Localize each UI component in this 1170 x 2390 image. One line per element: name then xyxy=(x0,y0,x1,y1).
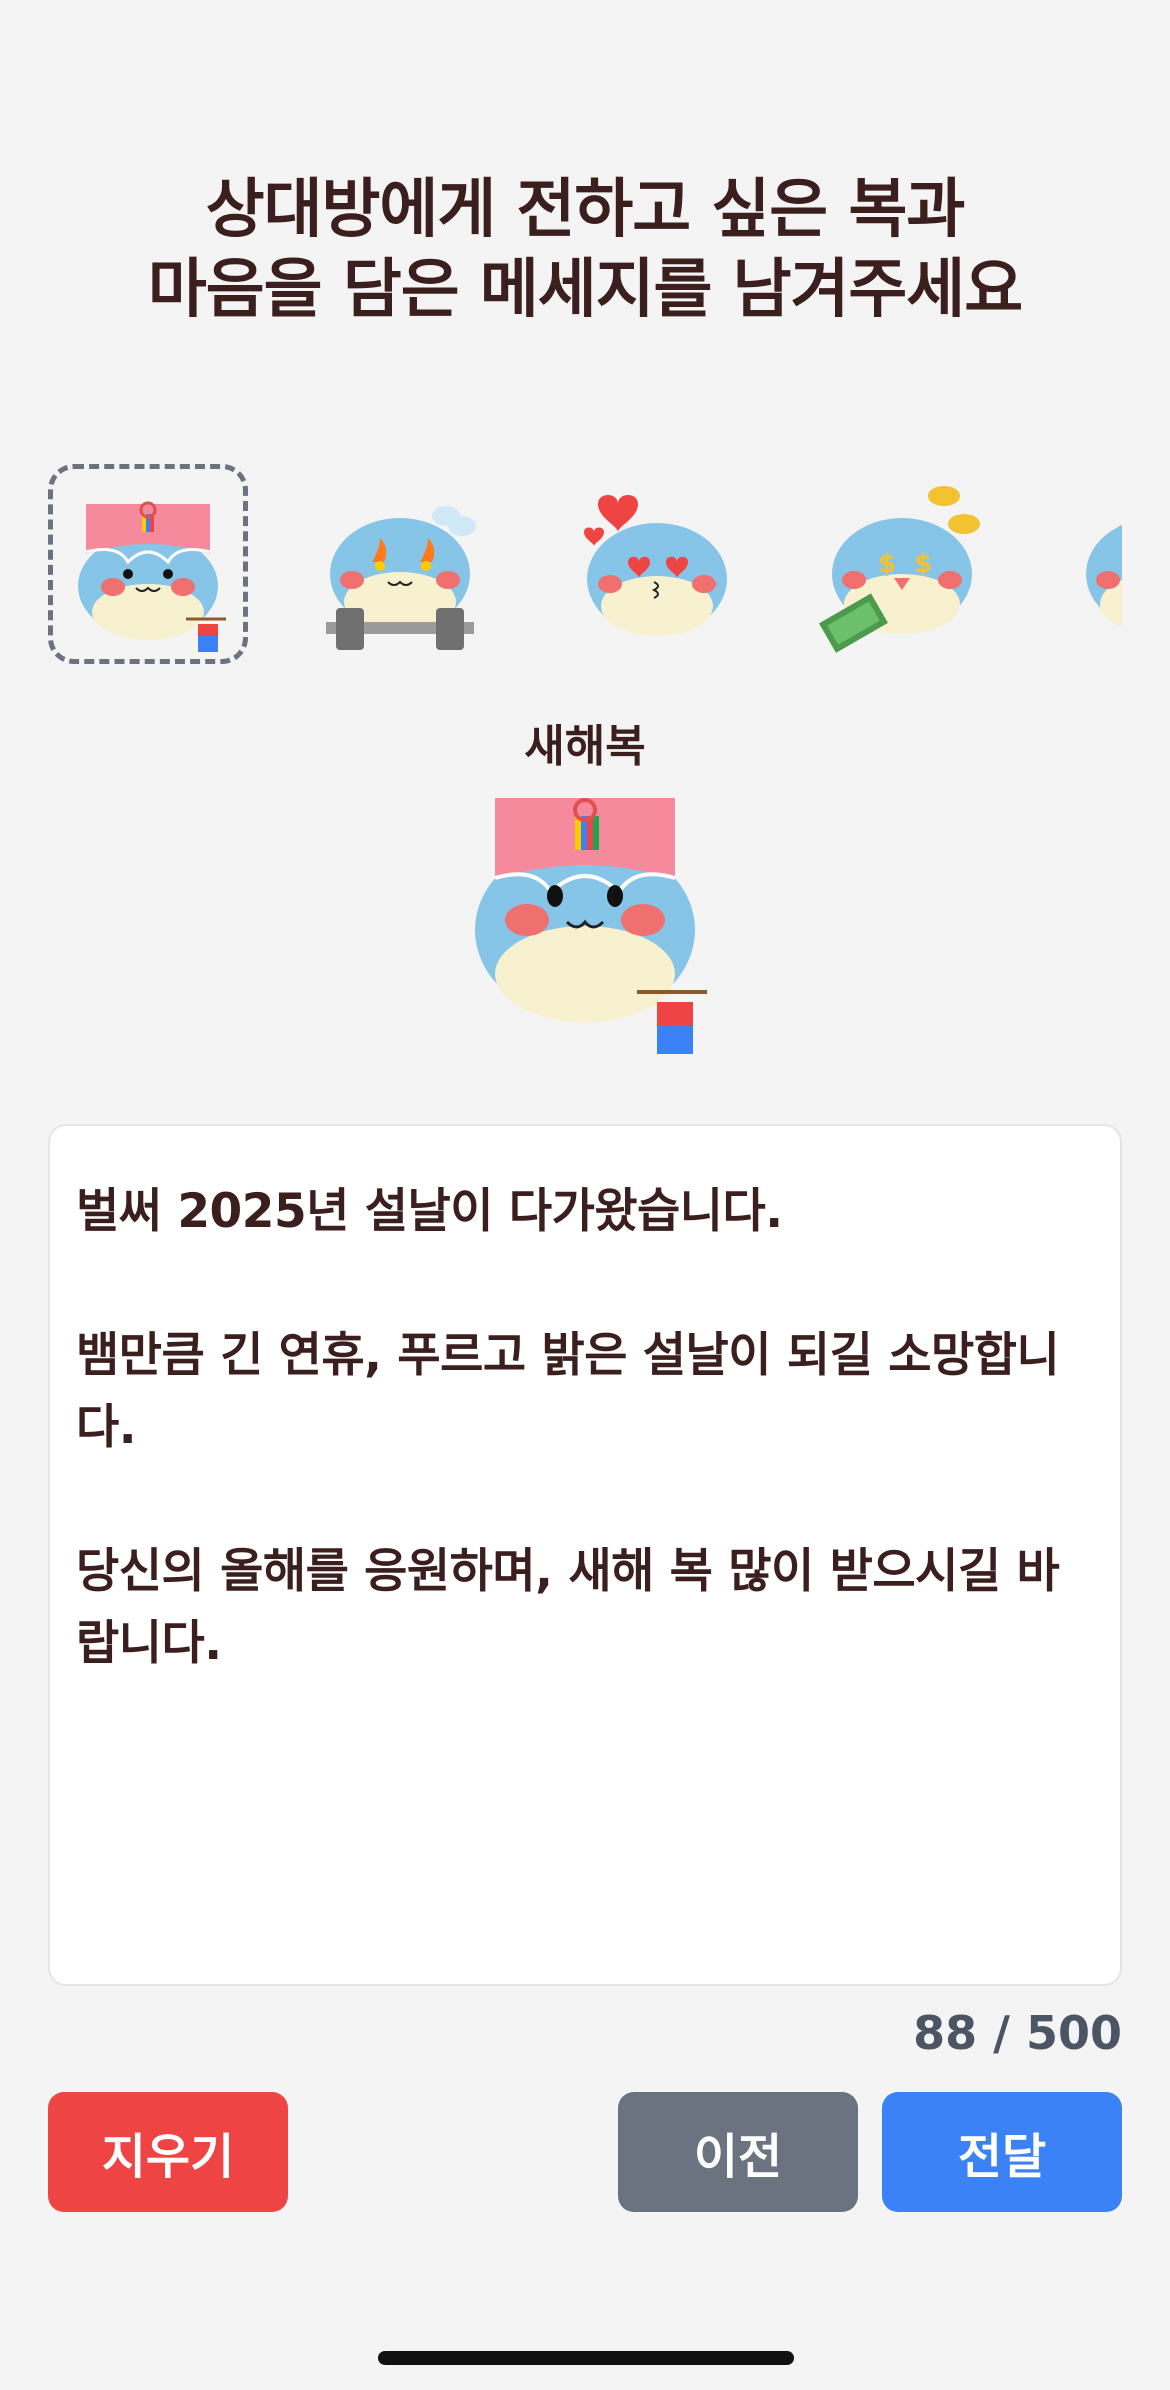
selected-sticker-preview xyxy=(455,780,715,1080)
previous-button[interactable]: 이전 xyxy=(618,2092,858,2212)
character-counter: 88 / 500 xyxy=(913,2006,1122,2060)
new-year-character-icon xyxy=(78,501,226,652)
money-character-icon: $ $ xyxy=(819,486,980,653)
sticker-new-year[interactable] xyxy=(48,464,248,664)
sticker-love[interactable] xyxy=(552,464,752,664)
sticker-carousel[interactable]: $ $ xyxy=(48,460,1122,675)
title-line-1: 상대방에게 전하고 싶은 복과 xyxy=(205,173,965,247)
message-text[interactable]: 벌써 2025년 설날이 다가왔습니다. 뱀만큼 긴 연휴, 푸르고 밝은 설날… xyxy=(76,1176,1094,1680)
selected-sticker-name: 새해복 xyxy=(524,721,646,772)
svg-text:$: $ xyxy=(914,549,932,579)
sticker-partial[interactable] xyxy=(1056,464,1122,664)
title-line-2: 마음을 담은 메세지를 남겨주세요 xyxy=(147,253,1023,327)
send-button[interactable]: 전달 xyxy=(882,2092,1122,2212)
home-indicator xyxy=(378,2351,794,2365)
sticker-workout[interactable] xyxy=(300,464,500,664)
character-icon xyxy=(1086,525,1122,628)
message-textarea[interactable]: 벌써 2025년 설날이 다가왔습니다. 뱀만큼 긴 연휴, 푸르고 밝은 설날… xyxy=(48,1124,1122,1986)
page-title: 상대방에게 전하고 싶은 복과 마음을 담은 메세지를 남겨주세요 xyxy=(0,170,1170,330)
workout-character-icon xyxy=(326,506,476,650)
sticker-money[interactable]: $ $ xyxy=(804,464,1004,664)
clear-button[interactable]: 지우기 xyxy=(48,2092,288,2212)
love-character-icon xyxy=(584,495,727,636)
new-year-character-large-icon xyxy=(475,798,707,1054)
svg-text:$: $ xyxy=(878,549,896,579)
